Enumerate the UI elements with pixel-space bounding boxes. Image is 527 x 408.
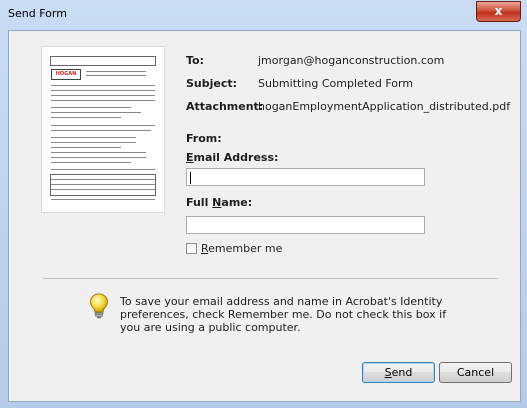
preview-line <box>86 75 146 76</box>
email-address-label: Email Address: <box>186 151 278 164</box>
full-name-label: Full Name: <box>186 196 252 209</box>
title-bar[interactable]: Send Form x <box>0 0 527 30</box>
name-label-pre: Full <box>186 196 213 209</box>
preview-line <box>51 100 155 101</box>
email-label-rest: mail Address: <box>193 151 279 164</box>
identity-info-text: To save your email address and name in A… <box>120 295 447 334</box>
preview-line <box>51 157 146 158</box>
text-caret <box>190 172 191 184</box>
email-mnemonic: E <box>186 151 194 164</box>
to-value: jmorgan@hoganconstruction.com <box>258 54 445 67</box>
preview-line <box>51 107 131 108</box>
preview-line <box>51 142 136 143</box>
preview-line <box>51 112 141 113</box>
remember-label-rest: emember me <box>208 242 283 255</box>
preview-line <box>51 189 155 190</box>
preview-line <box>51 125 155 126</box>
separator <box>43 278 498 279</box>
preview-line <box>51 95 155 96</box>
full-name-field[interactable] <box>186 216 425 234</box>
name-label-rest: ame: <box>221 196 253 209</box>
cancel-button[interactable]: Cancel <box>439 362 512 383</box>
close-icon: x <box>494 4 503 18</box>
form-preview-thumbnail: HOGAN <box>41 46 165 213</box>
preview-line <box>51 90 155 91</box>
attachment-label: Attachment: <box>186 100 264 113</box>
send-button[interactable]: Send <box>362 362 435 383</box>
from-heading: From: <box>186 132 222 145</box>
remember-me-row[interactable]: Remember me <box>186 242 282 255</box>
window-title: Send Form <box>8 7 67 20</box>
preview-line <box>86 71 146 72</box>
preview-line <box>51 85 155 86</box>
subject-value: Submitting Completed Form <box>258 77 414 90</box>
close-button[interactable]: x <box>476 1 521 22</box>
preview-logo: HOGAN <box>51 69 81 80</box>
send-form-dialog: Send Form x HOGAN To: jmorgan@hoganconst… <box>0 0 527 408</box>
preview-line <box>51 130 151 131</box>
remember-me-label[interactable]: Remember me <box>201 242 282 255</box>
dialog-body: HOGAN To: jmorgan@hoganconstruction.com … <box>8 30 521 402</box>
attachment-value: hoganEmploymentApplication_distributed.p… <box>258 100 511 113</box>
send-mnemonic: S <box>384 366 392 379</box>
email-field[interactable] <box>186 168 425 186</box>
to-label: To: <box>186 54 204 67</box>
preview-line <box>51 179 155 180</box>
preview-line <box>51 184 155 185</box>
lightbulb-icon <box>89 293 109 322</box>
preview-table-box <box>50 174 156 196</box>
preview-line <box>51 147 121 148</box>
preview-line <box>51 137 136 138</box>
remember-me-checkbox[interactable] <box>186 243 197 254</box>
preview-line <box>51 169 155 170</box>
send-label-rest: end <box>391 366 413 379</box>
preview-header-box <box>50 56 156 66</box>
preview-line <box>51 162 131 163</box>
preview-line <box>51 117 121 118</box>
name-mnemonic: N <box>212 196 222 209</box>
preview-line <box>51 199 155 200</box>
subject-label: Subject: <box>186 77 238 90</box>
preview-line <box>51 152 146 153</box>
